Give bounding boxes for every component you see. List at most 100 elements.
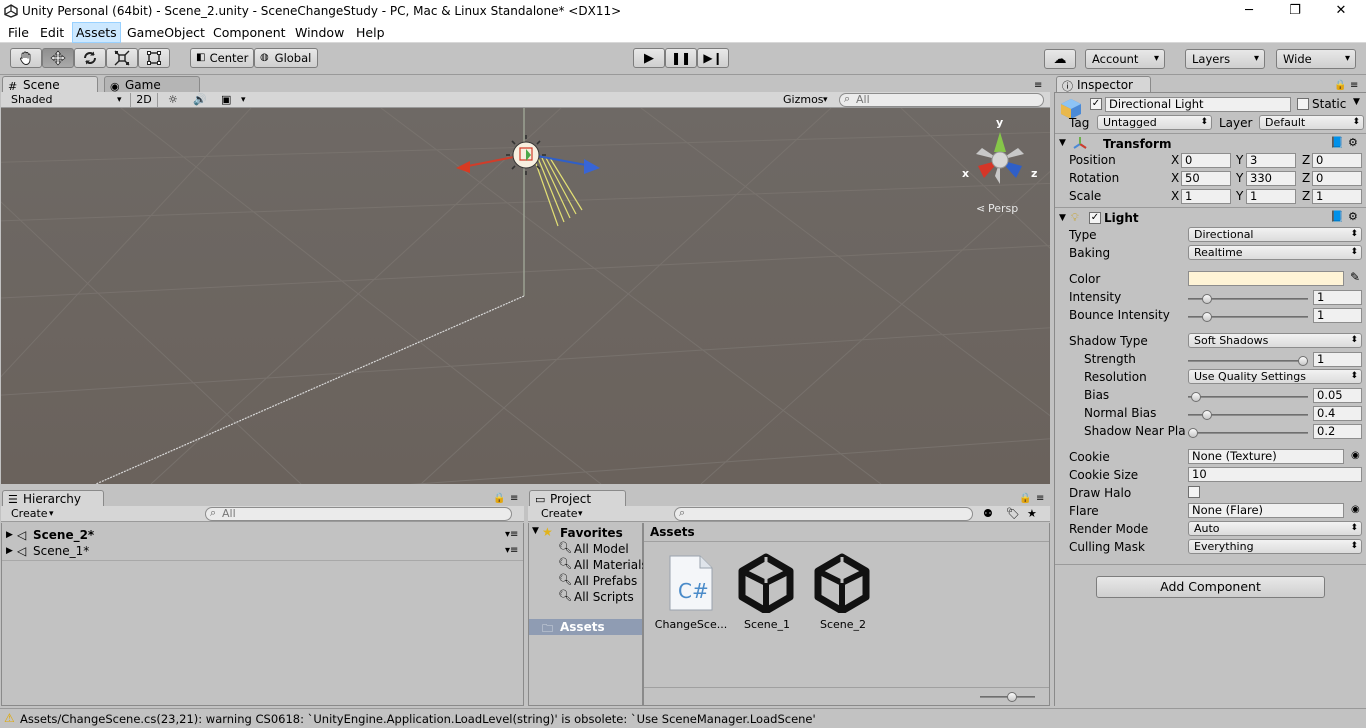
menu-edit[interactable]: Edit — [40, 25, 64, 40]
effects-arrow-icon[interactable]: ▾ — [241, 93, 246, 107]
search-by-type-icon[interactable]: ⚉ — [983, 507, 993, 521]
scale-tool-button[interactable] — [106, 48, 138, 68]
eyedropper-icon[interactable]: ✎ — [1350, 270, 1360, 284]
tab-project[interactable]: ▭ Project — [529, 490, 626, 507]
scene-options-icon[interactable]: ▾≡ — [505, 543, 518, 559]
layout-dropdown[interactable]: Wide — [1276, 49, 1356, 69]
play-button[interactable]: ▶ — [633, 48, 665, 68]
color-swatch[interactable] — [1188, 271, 1344, 286]
intensity-slider[interactable] — [1188, 294, 1308, 304]
scale-x-field[interactable]: 1 — [1181, 189, 1231, 204]
breadcrumb[interactable]: Assets — [650, 525, 695, 539]
tab-hierarchy[interactable]: ☰ Hierarchy — [2, 490, 104, 507]
tag-dropdown[interactable]: Untagged — [1097, 115, 1212, 130]
add-component-button[interactable]: Add Component — [1096, 576, 1325, 598]
object-picker-icon[interactable]: ◉ — [1351, 450, 1360, 461]
favorites-expand-icon[interactable]: ▼ — [532, 526, 539, 536]
restore-button[interactable]: ❐ — [1275, 2, 1315, 20]
scene-options-icon[interactable]: ▾≡ — [505, 527, 518, 543]
persp-label[interactable]: Persp — [988, 202, 1018, 215]
menu-assets[interactable]: Assets — [72, 22, 121, 43]
transform-collapse-arrow-icon[interactable]: ▼ — [1059, 138, 1066, 148]
menu-help[interactable]: Help — [356, 25, 385, 40]
hierarchy-search-input[interactable]: All — [205, 507, 512, 521]
light-type-dropdown[interactable]: Directional — [1188, 227, 1362, 242]
flare-object-field[interactable]: None (Flare) — [1188, 503, 1344, 518]
favorite-item[interactable]: All Prefabs — [574, 574, 637, 588]
shadow-type-dropdown[interactable]: Soft Shadows — [1188, 333, 1362, 348]
assets-folder-row[interactable]: 🗀 Assets — [529, 619, 642, 635]
favorite-item[interactable]: All Materials — [574, 558, 648, 572]
status-bar[interactable]: ⚠ Assets/ChangeScene.cs(23,21): warning … — [0, 708, 1366, 728]
cookie-size-field[interactable]: 10 — [1188, 467, 1362, 482]
cookie-object-field[interactable]: None (Texture) — [1188, 449, 1344, 464]
favorite-item[interactable]: All Model — [574, 542, 629, 556]
favorite-item[interactable]: All Scripts — [574, 590, 634, 604]
project-search-input[interactable] — [674, 507, 973, 521]
rotation-x-field[interactable]: 50 — [1181, 171, 1231, 186]
menu-component[interactable]: Component — [213, 25, 286, 40]
light-enabled-checkbox[interactable]: ✓ — [1089, 212, 1101, 224]
inspector-menu-icon[interactable]: ≡ — [1350, 80, 1358, 91]
menu-window[interactable]: Window — [295, 25, 344, 40]
space-global-toggle[interactable]: ◍ Global — [254, 48, 318, 68]
bounce-intensity-slider[interactable] — [1188, 312, 1308, 322]
bias-field[interactable]: 0.05 — [1313, 388, 1362, 403]
scene-viewport[interactable]: y x z ⋖ Persp — [1, 108, 1050, 484]
rotation-y-field[interactable]: 330 — [1246, 171, 1296, 186]
tab-game[interactable]: ◉ Game — [104, 76, 200, 93]
normal-bias-slider-knob[interactable] — [1202, 410, 1212, 420]
gameobject-active-checkbox[interactable]: ✓ — [1090, 98, 1102, 110]
help-book-icon[interactable]: 📘 — [1330, 210, 1344, 223]
resolution-dropdown[interactable]: Use Quality Settings — [1188, 369, 1362, 384]
position-y-field[interactable]: 3 — [1246, 153, 1296, 168]
normal-bias-slider[interactable] — [1188, 410, 1308, 420]
icon-size-slider-knob[interactable] — [1007, 692, 1017, 702]
bias-slider[interactable] — [1188, 392, 1308, 402]
tab-inspector[interactable]: ⓘ Inspector — [1056, 76, 1151, 93]
tab-scene[interactable]: # Scene — [2, 76, 98, 93]
pivot-center-toggle[interactable]: ◧ Center — [190, 48, 254, 68]
hierarchy-scene-row[interactable]: ▶ ◁ Scene_2* ▾≡ — [2, 527, 523, 543]
culling-mask-dropdown[interactable]: Everything — [1188, 539, 1362, 554]
light-title[interactable]: Light — [1104, 211, 1139, 225]
scene-search-input[interactable]: All — [839, 93, 1044, 107]
draw-halo-checkbox[interactable] — [1188, 486, 1200, 498]
favorite-star-icon[interactable]: ★ — [1027, 507, 1037, 521]
strength-slider[interactable] — [1188, 356, 1308, 366]
bias-slider-knob[interactable] — [1191, 392, 1201, 402]
hierarchy-menu-icon[interactable]: ≡ — [510, 493, 518, 504]
render-mode-dropdown[interactable]: Auto — [1188, 521, 1362, 536]
favorites-label[interactable]: Favorites — [560, 526, 623, 540]
position-x-field[interactable]: 0 — [1181, 153, 1231, 168]
hierarchy-lock-icon[interactable]: 🔒 — [493, 493, 505, 504]
scale-y-field[interactable]: 1 — [1246, 189, 1296, 204]
strength-field[interactable]: 1 — [1313, 352, 1362, 367]
light-collapse-arrow-icon[interactable]: ▼ — [1059, 213, 1066, 223]
baking-dropdown[interactable]: Realtime — [1188, 245, 1362, 260]
close-button[interactable]: ✕ — [1321, 2, 1361, 20]
rect-tool-button[interactable] — [138, 48, 170, 68]
bounce-intensity-field[interactable]: 1 — [1313, 308, 1362, 323]
scale-z-field[interactable]: 1 — [1312, 189, 1362, 204]
lighting-toggle-icon[interactable]: ☼ — [168, 93, 178, 107]
static-dropdown-arrow-icon[interactable]: ▼ — [1353, 97, 1360, 107]
settings-gear-icon[interactable]: ⚙ — [1348, 210, 1358, 223]
pause-button[interactable]: ❚❚ — [665, 48, 697, 68]
bounce-intensity-slider-knob[interactable] — [1202, 312, 1212, 322]
transform-title[interactable]: Transform — [1103, 137, 1171, 151]
account-dropdown[interactable]: Account — [1085, 49, 1165, 69]
step-button[interactable]: ▶❙ — [697, 48, 729, 68]
expand-arrow-icon[interactable]: ▶ — [6, 543, 13, 559]
help-book-icon[interactable]: 📘 — [1330, 136, 1344, 149]
shadow-near-plane-slider-knob[interactable] — [1188, 428, 1198, 438]
static-checkbox[interactable] — [1297, 98, 1309, 110]
minimize-button[interactable]: ─ — [1229, 2, 1269, 20]
layers-dropdown[interactable]: Layers — [1185, 49, 1265, 69]
hierarchy-create-button[interactable]: Create — [11, 507, 48, 521]
shadow-near-plane-field[interactable]: 0.2 — [1313, 424, 1362, 439]
gizmos-dropdown[interactable]: Gizmos — [783, 93, 824, 107]
shadow-near-plane-slider[interactable] — [1188, 428, 1308, 438]
rotate-tool-button[interactable] — [74, 48, 106, 68]
mode-2d-toggle[interactable]: 2D — [130, 93, 158, 107]
